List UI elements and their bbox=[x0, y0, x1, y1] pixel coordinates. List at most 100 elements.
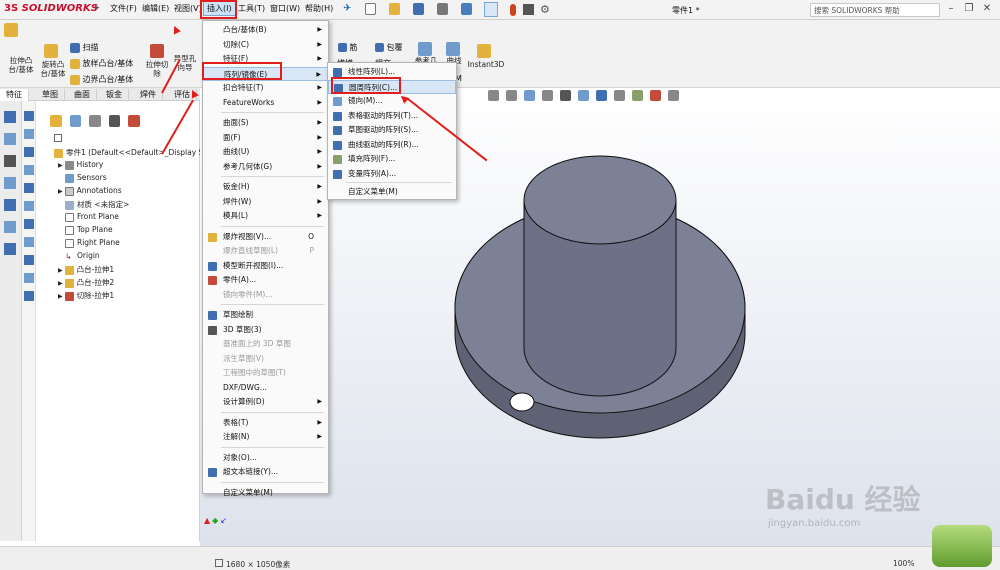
insert-menu-item[interactable]: 模具(L) ▶ bbox=[203, 209, 328, 223]
strip-icon-7[interactable] bbox=[24, 219, 34, 229]
featuremanager-tab-icon[interactable] bbox=[50, 115, 62, 127]
rebuild-icon[interactable] bbox=[523, 4, 534, 15]
dimxpert-tab-icon[interactable] bbox=[108, 115, 121, 127]
cmd-sweep[interactable]: 扫描 bbox=[70, 42, 99, 53]
tree-item-history[interactable]: ▶ History bbox=[58, 160, 103, 170]
display-manager-tab-icon[interactable] bbox=[128, 115, 140, 127]
restore-icon[interactable]: ❐ bbox=[962, 3, 976, 17]
tree-item-material[interactable]: 材质 <未指定> bbox=[65, 199, 129, 210]
strip-icon-1[interactable] bbox=[24, 111, 34, 121]
print-icon[interactable] bbox=[436, 3, 448, 15]
section-view-icon[interactable] bbox=[542, 90, 553, 101]
menu-file[interactable]: 文件(F) bbox=[110, 3, 137, 14]
insert-menu-item[interactable]: 对象(O)... bbox=[203, 451, 328, 465]
propertymanager-tab-icon[interactable] bbox=[69, 115, 82, 127]
strip-icon-10[interactable] bbox=[24, 273, 34, 283]
tree-root[interactable]: 零件1 (Default<<Default>_Display Sta bbox=[54, 147, 211, 158]
tree-item-top-plane[interactable]: Top Plane bbox=[65, 225, 113, 235]
tab-surface[interactable]: 曲面 bbox=[68, 89, 97, 101]
insert-menu-item[interactable]: 模型断开视图(I)... bbox=[203, 259, 328, 273]
zoom-area-icon[interactable] bbox=[506, 90, 517, 101]
display-style-icon[interactable] bbox=[596, 90, 607, 101]
cmd-wrap[interactable]: 包覆 bbox=[375, 42, 403, 53]
instant3d-icon[interactable] bbox=[477, 44, 491, 61]
insert-menu-item[interactable]: 注解(N) ▶ bbox=[203, 430, 328, 444]
insert-menu-item[interactable]: DXF/DWG... bbox=[203, 381, 328, 395]
search-help-input[interactable]: 搜索 SOLIDWORKS 帮助 bbox=[810, 3, 940, 17]
close-icon[interactable]: ✕ bbox=[980, 3, 994, 17]
tool-icon-3[interactable] bbox=[4, 155, 16, 167]
cmd-rib[interactable]: 筋 bbox=[338, 42, 358, 53]
insert-menu-item[interactable]: 3D 草图(3) bbox=[203, 323, 328, 337]
tool-icon-1[interactable] bbox=[4, 111, 16, 123]
pattern-menu-item[interactable]: 草图驱动的阵列(S)... bbox=[328, 123, 456, 137]
tool-icon-7[interactable] bbox=[4, 243, 16, 255]
strip-icon-11[interactable] bbox=[24, 291, 34, 301]
previous-view-icon[interactable] bbox=[524, 90, 535, 101]
strip-icon-4[interactable] bbox=[24, 165, 34, 175]
strip-icon-6[interactable] bbox=[24, 201, 34, 211]
menu-tools[interactable]: 工具(T) bbox=[238, 3, 265, 14]
menu-view[interactable]: 视图(V) bbox=[174, 3, 202, 14]
tool-icon-2[interactable] bbox=[4, 133, 16, 145]
tool-icon-4[interactable] bbox=[4, 177, 16, 189]
traffic-light-icon[interactable] bbox=[510, 4, 516, 16]
insert-menu-item[interactable]: 自定义菜单(M) bbox=[203, 486, 328, 500]
tree-item-boss-extrude2[interactable]: ▶ 凸台-拉伸2 bbox=[58, 277, 114, 288]
tree-item-sensors[interactable]: Sensors bbox=[65, 173, 107, 183]
gear-icon[interactable]: ⚙ bbox=[540, 3, 550, 16]
pattern-menu-item[interactable]: 填充阵列(F)... bbox=[328, 152, 456, 166]
cmd-loft[interactable]: 放样凸台/基体 bbox=[70, 58, 133, 69]
save-icon[interactable] bbox=[412, 3, 424, 15]
tool-icon-6[interactable] bbox=[4, 221, 16, 233]
appearance-icon[interactable] bbox=[632, 90, 643, 101]
tree-item-boss-extrude1[interactable]: ▶ 凸台-拉伸1 bbox=[58, 264, 114, 275]
tree-item-origin[interactable]: ↳ Origin bbox=[65, 251, 100, 261]
part-model[interactable] bbox=[440, 148, 760, 478]
hide-show-icon[interactable] bbox=[614, 90, 625, 101]
strip-icon-9[interactable] bbox=[24, 255, 34, 265]
undo-icon[interactable] bbox=[460, 3, 472, 15]
strip-icon-8[interactable] bbox=[24, 237, 34, 247]
open-icon[interactable] bbox=[388, 3, 400, 15]
select-cursor-icon[interactable] bbox=[484, 2, 498, 17]
insert-menu-item[interactable]: 曲面(S) ▶ bbox=[203, 116, 328, 130]
insert-menu-item[interactable]: 设计算例(D) ▶ bbox=[203, 395, 328, 409]
insert-menu-item[interactable]: 超文本链接(Y)... bbox=[203, 465, 328, 479]
new-doc-icon[interactable] bbox=[365, 3, 376, 15]
tree-item-annotations[interactable]: ▶ Annotations bbox=[58, 186, 122, 196]
cmd-extrude-boss[interactable] bbox=[4, 23, 18, 40]
dynamic-annotation-icon[interactable] bbox=[560, 90, 571, 101]
insert-menu-item[interactable]: 爆炸视图(V)... O bbox=[203, 230, 328, 244]
tree-item-cut-extrude1[interactable]: ▶ 切除-拉伸1 bbox=[58, 290, 114, 301]
strip-icon-5[interactable] bbox=[24, 183, 34, 193]
pattern-menu-item[interactable]: 镜向(M)... bbox=[328, 94, 456, 108]
menu-window[interactable]: 窗口(W) bbox=[270, 3, 300, 14]
insert-menu-item[interactable]: 切除(C) ▶ bbox=[203, 38, 328, 52]
insert-menu-item[interactable]: FeatureWorks ▶ bbox=[203, 96, 328, 110]
minimize-icon[interactable]: – bbox=[944, 3, 958, 17]
insert-menu-item[interactable]: 钣金(H) ▶ bbox=[203, 180, 328, 194]
insert-menu-item[interactable]: 面(F) ▶ bbox=[203, 131, 328, 145]
tool-icon-5[interactable] bbox=[4, 199, 16, 211]
insert-menu-item[interactable]: 扣合特征(T) ▶ bbox=[203, 81, 328, 95]
scene-icon[interactable] bbox=[650, 90, 661, 101]
menu-edit[interactable]: 编辑(E) bbox=[142, 3, 169, 14]
extrude-cut-icon[interactable] bbox=[150, 44, 164, 61]
revolve-boss-icon[interactable] bbox=[44, 44, 58, 61]
cmd-boundary[interactable]: 边界凸台/基体 bbox=[70, 74, 133, 85]
insert-menu-item[interactable]: 焊件(W) ▶ bbox=[203, 195, 328, 209]
tab-sheetmetal[interactable]: 钣金 bbox=[100, 89, 129, 101]
configmanager-tab-icon[interactable] bbox=[89, 115, 101, 127]
filter-icon[interactable] bbox=[54, 134, 62, 142]
insert-menu-item[interactable]: 参考几何体(G) ▶ bbox=[203, 160, 328, 174]
insert-menu-item[interactable]: 表格(T) ▶ bbox=[203, 416, 328, 430]
pin-icon[interactable]: ✈ bbox=[343, 3, 353, 15]
insert-menu-item[interactable]: 曲线(U) ▶ bbox=[203, 145, 328, 159]
pattern-menu-item[interactable]: 变量阵列(A)... bbox=[328, 167, 456, 181]
strip-icon-3[interactable] bbox=[24, 147, 34, 157]
view-settings-icon[interactable] bbox=[668, 90, 679, 101]
insert-menu-item[interactable]: 凸台/基体(B) ▶ bbox=[203, 23, 328, 37]
tab-features[interactable]: 特征 bbox=[0, 89, 29, 101]
view-orientation-icon[interactable] bbox=[578, 90, 589, 101]
